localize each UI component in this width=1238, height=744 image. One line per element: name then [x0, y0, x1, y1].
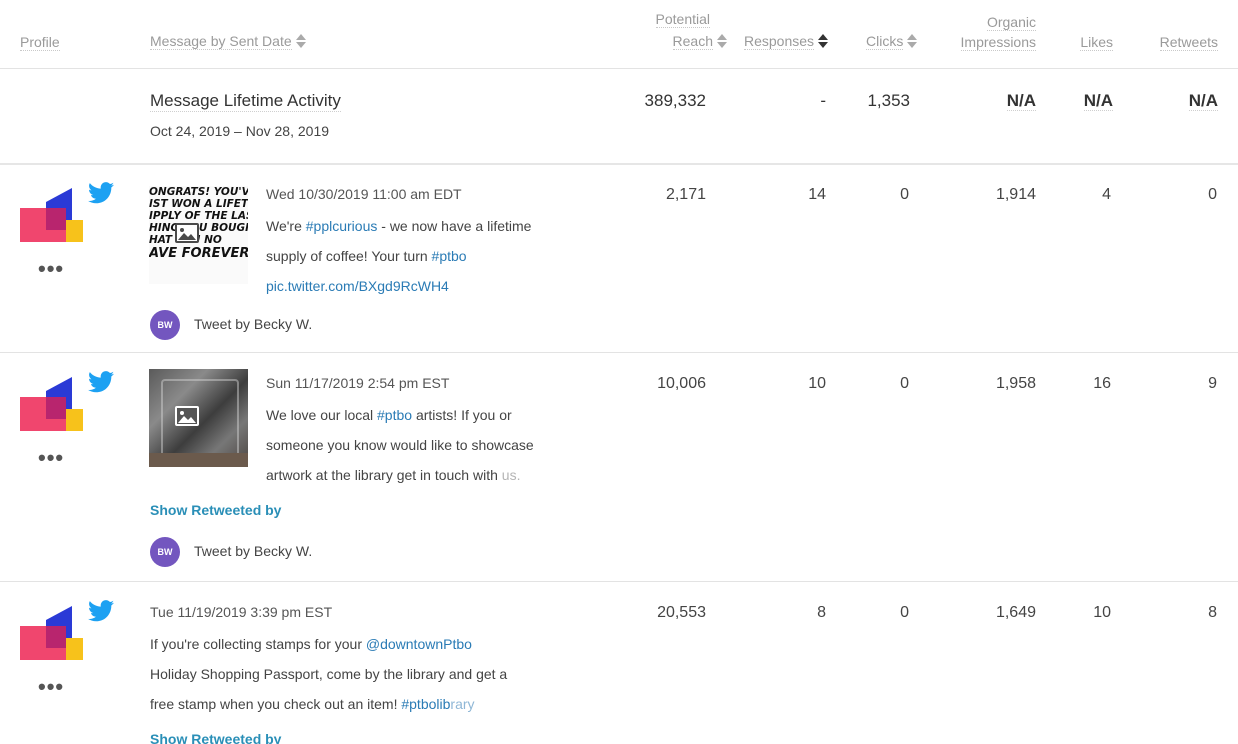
image-icon [175, 223, 199, 243]
summary-impressions: N/A [1006, 91, 1036, 111]
profile-logo-icon [20, 377, 83, 431]
twitter-icon [88, 600, 114, 622]
thumbnail-table [149, 453, 248, 467]
show-retweeted-by-link[interactable]: Show Retweeted by [150, 731, 281, 744]
summary-title: Message Lifetime Activity [150, 91, 341, 112]
table-row: ••• Sun 11/17/2019 2:54 pm EST We love o… [0, 353, 1238, 582]
twitter-icon [88, 182, 114, 204]
col-clicks-sort[interactable]: Clicks [866, 31, 918, 51]
summary-retweets: N/A [1188, 91, 1218, 111]
col-profile: Profile [20, 34, 60, 51]
hashtag-link[interactable]: #pplcurious [306, 218, 378, 234]
summary-likes: N/A [1083, 91, 1113, 111]
col-impressions: Impressions [960, 34, 1036, 51]
more-options-icon[interactable]: ••• [38, 676, 64, 698]
col-likes: Likes [1080, 34, 1113, 51]
more-options-icon[interactable]: ••• [38, 447, 64, 469]
media-link[interactable]: pic.twitter.com/BXgd9RcWH4 [266, 278, 449, 294]
sort-icon[interactable] [295, 34, 306, 48]
author-label: Tweet by Becky W. [194, 543, 313, 559]
message-text: We love our local #ptbo artists! If you … [266, 407, 534, 483]
likes-value: 16 [1093, 375, 1111, 392]
author-label: Tweet by Becky W. [194, 316, 313, 332]
col-retweets: Retweets [1159, 34, 1218, 51]
post-thumbnail[interactable]: ONGRATS! YOU'V IST WON A LIFETI IPPLY OF… [149, 186, 248, 284]
more-options-icon[interactable]: ••• [38, 258, 64, 280]
summary-clicks: 1,353 [867, 91, 910, 110]
reach-value: 10,006 [657, 375, 706, 392]
col-message-sort[interactable]: Message by Sent Date [150, 31, 306, 51]
sent-date: Wed 10/30/2019 11:00 am EDT [266, 186, 462, 202]
mention-link[interactable]: @downtownPtbo [366, 636, 472, 652]
summary-reach: 389,332 [644, 91, 706, 110]
hashtag-link[interactable]: #ptbolibrary [401, 696, 474, 712]
clicks-value: 0 [900, 375, 909, 392]
show-retweeted-by-link[interactable]: Show Retweeted by [150, 502, 281, 518]
table-header: Profile Message by Sent Date Potential R… [0, 0, 1238, 69]
col-responses-sort[interactable]: Responses [744, 31, 829, 51]
profile-logo-icon [20, 188, 83, 242]
message-table: Profile Message by Sent Date Potential R… [0, 0, 1238, 744]
summary-date-range: Oct 24, 2019 – Nov 28, 2019 [150, 123, 330, 139]
message-text: We're #pplcurious - we now have a lifeti… [266, 218, 532, 294]
twitter-icon [88, 371, 114, 393]
profile-logo-icon [20, 606, 83, 660]
clicks-value: 0 [900, 186, 909, 203]
reach-value: 20,553 [657, 604, 706, 621]
reach-value: 2,171 [665, 186, 706, 203]
impressions-value: 1,649 [995, 604, 1036, 621]
responses-value: 8 [817, 604, 826, 621]
table-row: ••• ONGRATS! YOU'V IST WON A LIFETI IPPL… [0, 164, 1238, 353]
responses-value: 14 [808, 186, 826, 203]
table-row: ••• Tue 11/19/2019 3:39 pm EST If you're… [0, 582, 1238, 744]
sent-date: Tue 11/19/2019 3:39 pm EST [150, 604, 333, 620]
hashtag-link[interactable]: #ptbo [432, 248, 467, 264]
retweets-value: 8 [1208, 604, 1217, 621]
image-icon [175, 406, 199, 426]
retweets-value: 9 [1208, 375, 1217, 392]
impressions-value: 1,958 [995, 375, 1036, 392]
clicks-value: 0 [900, 604, 909, 621]
col-impressions-label-top: Organic [986, 14, 1036, 31]
col-reach-label-top: Potential [655, 11, 710, 28]
col-reach-sort[interactable]: Reach [640, 31, 727, 51]
thumbnail-art [161, 379, 239, 459]
summary-responses: - [820, 91, 826, 110]
impressions-value: 1,914 [995, 186, 1036, 203]
hashtag-link[interactable]: #ptbo [377, 407, 412, 423]
sort-active-icon[interactable] [818, 34, 829, 48]
lifetime-summary-row: Message Lifetime Activity Oct 24, 2019 –… [0, 69, 1238, 165]
sent-date: Sun 11/17/2019 2:54 pm EST [266, 375, 450, 391]
avatar: BW [150, 310, 180, 340]
post-thumbnail[interactable] [149, 369, 248, 467]
sort-icon[interactable] [907, 34, 918, 48]
retweets-value: 0 [1208, 186, 1217, 203]
message-text: If you're collecting stamps for your @do… [150, 636, 508, 712]
responses-value: 10 [808, 375, 826, 392]
avatar: BW [150, 537, 180, 567]
sort-icon[interactable] [717, 34, 727, 48]
likes-value: 4 [1102, 186, 1111, 203]
likes-value: 10 [1093, 604, 1111, 621]
